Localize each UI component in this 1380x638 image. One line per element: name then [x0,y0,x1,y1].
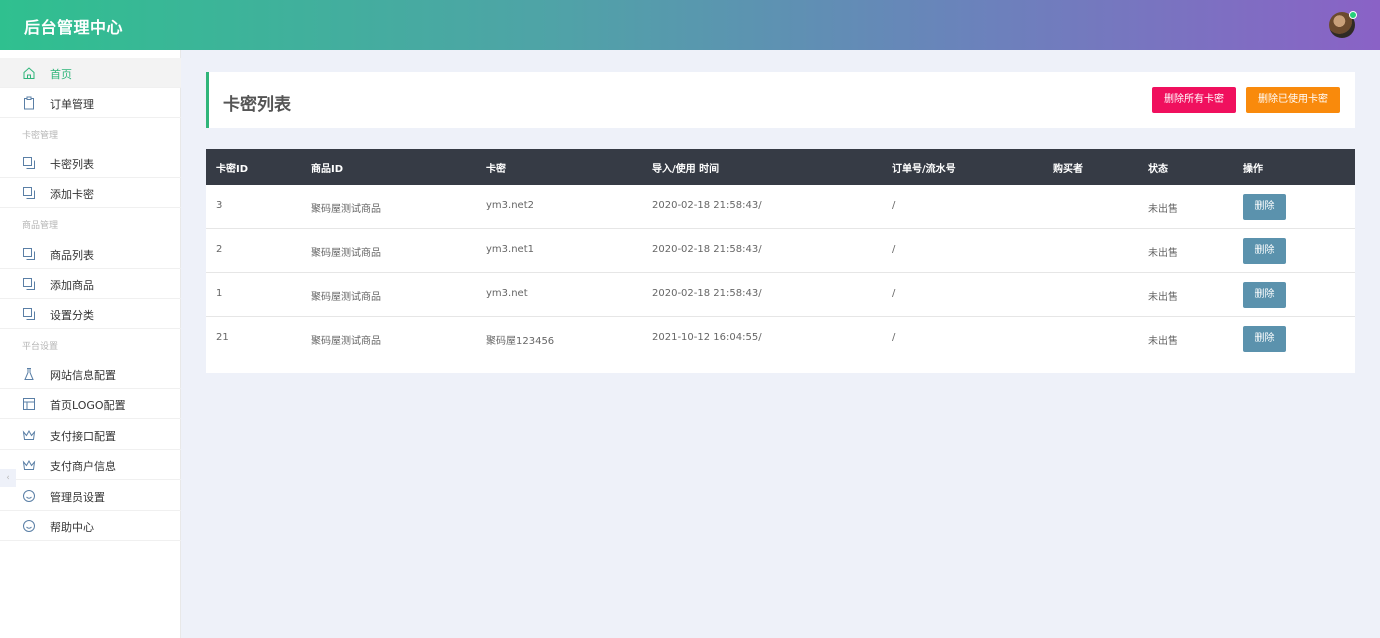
sidebar-item-label: 管理员设置 [50,491,105,504]
column-header: 操作 [1243,164,1263,175]
table-header: 卡密ID 商品ID 卡密 导入/使用 时间 订单号/流水号 购买者 状态 操作 [206,149,1355,185]
cell-time: 2020-02-18 21:58:43/ [652,244,762,255]
sidebar-item-merchant-info[interactable]: 支付商户信息 [0,450,181,480]
sidebar-item-card-list[interactable]: 卡密列表 [0,148,181,178]
delete-row-button[interactable]: 删除 [1243,238,1286,264]
copy-icon [23,308,35,320]
card-table: 卡密ID 商品ID 卡密 导入/使用 时间 订单号/流水号 购买者 状态 操作 … [206,149,1355,373]
sidebar-item-label: 设置分类 [50,309,94,322]
table-row: 2 聚码屋测试商品 ym3.net1 2020-02-18 21:58:43/ … [206,229,1355,273]
delete-row-button[interactable]: 删除 [1243,282,1286,308]
flask-icon [24,368,34,380]
copy-icon [23,278,35,290]
top-bar: 后台管理中心 [0,0,1380,50]
cell-card: ym3.net [486,288,528,299]
table-row: 21 聚码屋测试商品 聚码屋123456 2021-10-12 16:04:55… [206,317,1355,361]
delete-row-button[interactable]: 删除 [1243,326,1286,352]
column-header: 状态 [1148,164,1168,175]
sidebar-item-label: 网站信息配置 [50,369,116,382]
smile-icon [23,490,35,502]
sidebar-collapse-icon[interactable]: ‹ [0,469,16,487]
copy-icon [23,248,35,260]
cell-order: / [892,332,896,343]
sidebar-item-product-list[interactable]: 商品列表 [0,239,181,269]
sidebar-item-label: 添加卡密 [50,188,94,201]
delete-all-cards-button[interactable]: 删除所有卡密 [1152,87,1236,113]
sidebar-item-payment-config[interactable]: 支付接口配置 [0,420,181,450]
home-icon [23,67,35,79]
cell-status: 未出售 [1148,336,1178,347]
column-header: 导入/使用 时间 [652,164,720,175]
sidebar-item-label: 添加商品 [50,279,94,292]
sidebar-item-label: 帮助中心 [50,521,94,534]
cell-time: 2021-10-12 16:04:55/ [652,332,762,343]
sidebar-item-label: 卡密列表 [50,158,94,171]
sidebar-item-add-card[interactable]: 添加卡密 [0,178,181,208]
cell-status: 未出售 [1148,248,1178,259]
table-row: 3 聚码屋测试商品 ym3.net2 2020-02-18 21:58:43/ … [206,185,1355,229]
column-header: 订单号/流水号 [892,164,956,175]
cell-card: 聚码屋123456 [486,336,555,347]
cell-id: 1 [216,288,223,299]
sidebar-item-orders[interactable]: 订单管理 [0,88,181,118]
cell-status: 未出售 [1148,292,1178,303]
cell-card: ym3.net1 [486,244,534,255]
clipboard-icon [24,96,34,110]
column-header: 商品ID [311,164,344,175]
layout-icon [23,398,35,410]
column-header: 购买者 [1053,164,1083,175]
column-header: 卡密ID [216,164,249,175]
cell-product: 聚码屋测试商品 [311,292,381,303]
sidebar-group-title: 卡密管理 [22,131,59,141]
smile-icon [23,520,35,532]
cell-product: 聚码屋测试商品 [311,248,381,259]
table-row: 1 聚码屋测试商品 ym3.net 2020-02-18 21:58:43/ /… [206,273,1355,317]
sidebar-item-label: 商品列表 [50,249,94,262]
column-header: 卡密 [486,164,506,175]
crown-icon [22,459,36,470]
sidebar-item-categories[interactable]: 设置分类 [0,299,181,329]
sidebar-item-home[interactable]: 首页 [0,58,181,88]
sidebar-item-label: 首页 [50,68,72,81]
sidebar-item-label: 订单管理 [50,98,94,111]
page-title: 卡密列表 [223,95,291,115]
sidebar-item-add-product[interactable]: 添加商品 [0,269,181,299]
avatar[interactable] [1329,11,1357,38]
cell-product: 聚码屋测试商品 [311,204,381,215]
crown-icon [22,429,36,440]
sidebar-item-label: 首页LOGO配置 [50,399,126,412]
delete-used-cards-button[interactable]: 删除已使用卡密 [1246,87,1340,113]
copy-icon [23,187,35,199]
cell-order: / [892,244,896,255]
cell-order: / [892,288,896,299]
cell-status: 未出售 [1148,204,1178,215]
cell-id: 2 [216,244,223,255]
sidebar-group-title: 商品管理 [22,221,59,231]
sidebar-item-label: 支付接口配置 [50,430,116,443]
delete-row-button[interactable]: 删除 [1243,194,1286,220]
copy-icon [23,157,35,169]
cell-id: 21 [216,332,229,343]
cell-order: / [892,200,896,211]
sidebar-item-admin-settings[interactable]: 管理员设置 [0,481,181,511]
online-status-dot [1349,11,1357,19]
sidebar-item-help[interactable]: 帮助中心 [0,511,181,541]
cell-id: 3 [216,200,223,211]
sidebar-item-label: 支付商户信息 [50,460,116,473]
cell-card: ym3.net2 [486,200,534,211]
cell-time: 2020-02-18 21:58:43/ [652,200,762,211]
cell-time: 2020-02-18 21:58:43/ [652,288,762,299]
app-title: 后台管理中心 [24,18,124,37]
sidebar-item-site-config[interactable]: 网站信息配置 [0,359,181,389]
sidebar-group-title: 平台设置 [22,342,59,352]
sidebar: 首页 订单管理 卡密管理 卡密列表 添加卡密 商品管理 商品列表 添加商品 设置… [0,50,181,638]
cell-product: 聚码屋测试商品 [311,336,381,347]
sidebar-item-logo-config[interactable]: 首页LOGO配置 [0,389,181,419]
